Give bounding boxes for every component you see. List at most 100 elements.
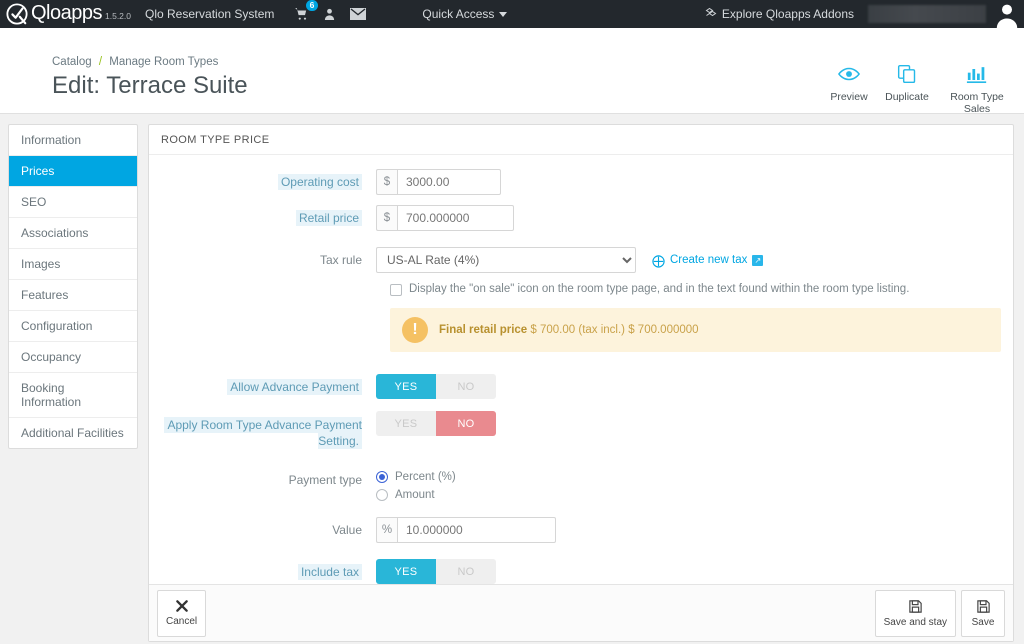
panel-title: ROOM TYPE PRICE bbox=[149, 125, 1013, 155]
sidebar-item-prices[interactable]: Prices bbox=[9, 156, 137, 187]
page-title: Edit: Terrace Suite bbox=[52, 72, 248, 99]
top-nav-icons: 6 bbox=[294, 0, 367, 21]
sidebar-item-features[interactable]: Features bbox=[9, 280, 137, 311]
apply-room-type-setting-control: YES NO bbox=[376, 411, 496, 436]
include-tax-label-wrap: Include tax bbox=[161, 559, 376, 580]
duplicate-label: Duplicate bbox=[885, 91, 929, 103]
sidebar-item-seo[interactable]: SEO bbox=[9, 187, 137, 218]
radio-selected-icon[interactable] bbox=[376, 471, 388, 483]
tax-rule-select[interactable]: US-AL Rate (4%) bbox=[376, 247, 636, 273]
retail-price-input[interactable] bbox=[397, 205, 514, 231]
brand[interactable]: Qloapps 1.5.2.0 bbox=[0, 3, 131, 25]
room-type-sales-label: Room Type Sales bbox=[950, 91, 1004, 115]
apply-room-type-setting-label-wrap: Apply Room Type Advance Payment Setting. bbox=[161, 411, 376, 449]
retail-price-label-wrap: Retail price bbox=[161, 205, 376, 226]
sidebar-item-occupancy[interactable]: Occupancy bbox=[9, 342, 137, 373]
breadcrumb: Catalog / Manage Room Types bbox=[52, 56, 218, 68]
save-and-stay-button[interactable]: Save and stay bbox=[874, 589, 956, 637]
value-input[interactable] bbox=[397, 517, 556, 543]
top-bar-right: Explore Qloapps Addons bbox=[705, 0, 1024, 28]
operating-cost-control: $ bbox=[376, 169, 501, 195]
include-tax-label: Include tax bbox=[297, 564, 362, 580]
cancel-label: Cancel bbox=[166, 616, 198, 627]
currency-symbol-icon: $ bbox=[376, 205, 397, 231]
tax-rule-label: Tax rule bbox=[319, 253, 362, 267]
person-icon[interactable] bbox=[323, 7, 336, 21]
payment-type-amount-option[interactable]: Amount bbox=[376, 489, 456, 501]
breadcrumb-separator: / bbox=[98, 56, 103, 68]
duplicate-icon bbox=[878, 60, 936, 88]
final-price-alert: ! Final retail price $ 700.00 (tax incl.… bbox=[390, 308, 1001, 352]
plus-circle-icon: ⨁ bbox=[652, 252, 665, 268]
save-button[interactable]: Save bbox=[961, 589, 1005, 637]
allow-advance-payment-row: Allow Advance Payment YES NO bbox=[161, 374, 1001, 399]
apply-room-type-setting-toggle[interactable]: YES NO bbox=[376, 411, 496, 436]
cancel-button[interactable]: Cancel bbox=[157, 589, 207, 637]
value-label: Value bbox=[332, 523, 362, 537]
external-link-icon: ↗ bbox=[752, 254, 764, 266]
allow-advance-payment-yes[interactable]: YES bbox=[376, 374, 436, 399]
final-price-text: Final retail price $ 700.00 (tax incl.) … bbox=[439, 324, 699, 336]
quick-access-menu[interactable]: Quick Access bbox=[422, 7, 508, 21]
panel-footer: Cancel Save and stay Save bbox=[149, 584, 1013, 641]
sidebar-item-associations[interactable]: Associations bbox=[9, 218, 137, 249]
avatar[interactable] bbox=[990, 0, 1024, 28]
bar-chart-icon bbox=[936, 60, 1018, 88]
allow-advance-payment-toggle[interactable]: YES NO bbox=[376, 374, 496, 399]
include-tax-no[interactable]: NO bbox=[436, 559, 496, 584]
on-sale-checkbox[interactable] bbox=[390, 284, 402, 296]
payment-type-radios: Percent (%) Amount bbox=[376, 467, 456, 501]
include-tax-toggle[interactable]: YES NO bbox=[376, 559, 496, 584]
retail-price-row: Retail price $ bbox=[161, 205, 1001, 231]
payment-type-label: Payment type bbox=[288, 473, 362, 487]
value-input-group: % bbox=[376, 517, 556, 543]
shop-name[interactable]: Qlo Reservation System bbox=[145, 7, 274, 21]
save-label: Save bbox=[971, 616, 995, 628]
sidebar-item-images[interactable]: Images bbox=[9, 249, 137, 280]
sidebar-item-information[interactable]: Information bbox=[9, 125, 137, 156]
addons-icon bbox=[705, 7, 717, 22]
sidebar-item-configuration[interactable]: Configuration bbox=[9, 311, 137, 342]
create-new-tax-label: Create new tax bbox=[670, 254, 748, 266]
allow-advance-payment-no[interactable]: NO bbox=[436, 374, 496, 399]
payment-type-percent-option[interactable]: Percent (%) bbox=[376, 471, 456, 483]
apply-room-type-setting-yes[interactable]: YES bbox=[376, 411, 436, 436]
envelope-icon[interactable] bbox=[350, 8, 367, 20]
cart-badge: 6 bbox=[305, 0, 319, 12]
room-type-sales-button[interactable]: Room Type Sales bbox=[936, 60, 1018, 115]
allow-advance-payment-label-wrap: Allow Advance Payment bbox=[161, 374, 376, 395]
sidebar-item-additional-facilities[interactable]: Additional Facilities bbox=[9, 418, 137, 448]
final-price-values: $ 700.00 (tax incl.) $ 700.000000 bbox=[530, 324, 699, 336]
explore-addons-label: Explore Qloapps Addons bbox=[721, 7, 854, 21]
currency-symbol-icon: $ bbox=[376, 169, 397, 195]
breadcrumb-root[interactable]: Catalog bbox=[52, 56, 92, 68]
content-area: Information Prices SEO Associations Imag… bbox=[0, 114, 1024, 642]
include-tax-yes[interactable]: YES bbox=[376, 559, 436, 584]
preview-button[interactable]: Preview bbox=[820, 60, 878, 115]
operating-cost-row: Operating cost $ bbox=[161, 169, 1001, 195]
page-header: Catalog / Manage Room Types Edit: Terrac… bbox=[0, 28, 1024, 115]
operating-cost-label-wrap: Operating cost bbox=[161, 169, 376, 190]
tab-sidebar: Information Prices SEO Associations Imag… bbox=[8, 124, 138, 449]
preview-label: Preview bbox=[830, 91, 868, 103]
duplicate-button[interactable]: Duplicate bbox=[878, 60, 936, 115]
operating-cost-input[interactable] bbox=[397, 169, 501, 195]
tax-rule-control: US-AL Rate (4%) ⨁ Create new tax ↗ bbox=[376, 247, 764, 273]
explore-addons-link[interactable]: Explore Qloapps Addons bbox=[705, 7, 854, 22]
value-row: Value % bbox=[161, 517, 1001, 543]
top-bar: Qloapps 1.5.2.0 Qlo Reservation System 6… bbox=[0, 0, 1024, 28]
radio-unselected-icon[interactable] bbox=[376, 489, 388, 501]
create-new-tax-link[interactable]: ⨁ Create new tax ↗ bbox=[652, 252, 764, 268]
value-control: % bbox=[376, 517, 556, 543]
apply-room-type-setting-row: Apply Room Type Advance Payment Setting.… bbox=[161, 411, 1001, 449]
include-tax-control: YES NO bbox=[376, 559, 496, 584]
breadcrumb-current[interactable]: Manage Room Types bbox=[109, 56, 218, 68]
apply-room-type-setting-no[interactable]: NO bbox=[436, 411, 496, 436]
cart-icon[interactable]: 6 bbox=[294, 0, 319, 21]
quick-access-label: Quick Access bbox=[422, 7, 495, 21]
sidebar-item-booking-information[interactable]: Booking Information bbox=[9, 373, 137, 418]
allow-advance-payment-control: YES NO bbox=[376, 374, 496, 399]
payment-type-amount-label: Amount bbox=[395, 489, 435, 501]
exclamation-circle-icon: ! bbox=[402, 317, 428, 343]
redacted-employee-name bbox=[868, 5, 986, 23]
